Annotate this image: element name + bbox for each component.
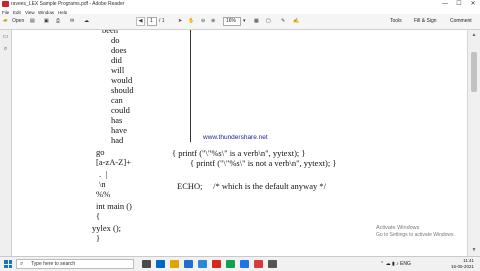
taskbar-search-box[interactable]: ⌕ Type here to search	[16, 259, 134, 269]
fill-sign-button[interactable]: Fill & Sign	[414, 14, 437, 29]
code-line: int main ()	[96, 201, 132, 211]
clock-date: 16-05-2021	[450, 264, 474, 269]
media-icon[interactable]	[254, 260, 263, 268]
activate-subtitle: Go to Settings to activate Windows.	[376, 232, 455, 238]
code-line: }	[96, 233, 101, 243]
email-icon[interactable]: ✉	[70, 14, 74, 29]
code-line: [a-zA-Z]+	[96, 157, 131, 167]
code-line: {	[96, 211, 101, 221]
action-echo: ECHO; /* which is the default anyway */	[177, 181, 326, 191]
attachments-icon[interactable]: ⌕	[2, 46, 9, 53]
search-icon: ⌕	[20, 261, 24, 267]
close-button[interactable]: ✕	[466, 0, 480, 9]
comment-button[interactable]: Comment	[450, 14, 472, 29]
code-line: do	[111, 35, 120, 45]
code-line: would	[111, 75, 133, 85]
code-line: . |	[99, 169, 108, 179]
code-line: had	[111, 135, 124, 145]
select-cursor-icon[interactable]: ➤	[178, 14, 182, 29]
scroll-up-icon[interactable]: ▲	[470, 31, 478, 39]
system-tray-icons[interactable]: ⌃ ☁ ▮ ♪ ENG	[380, 259, 411, 269]
zoom-out-icon[interactable]: ⊖	[201, 14, 205, 29]
adobe-reader-icon	[2, 1, 9, 7]
action-not-verb: { printf ("\"%s\" is not a verb\n", yyte…	[190, 158, 337, 168]
watermark: www.thundershare.net	[203, 134, 268, 141]
file-explorer-icon[interactable]	[170, 260, 179, 268]
minimize-button[interactable]: —	[438, 0, 452, 9]
edge-icon[interactable]	[156, 260, 165, 268]
code-line: should	[111, 85, 134, 95]
open-folder-icon[interactable]: ▰	[3, 14, 8, 29]
code-line: will	[111, 65, 125, 75]
maximize-button[interactable]: ☐	[452, 0, 466, 9]
code-line: \n	[99, 179, 106, 189]
code-line: %%	[96, 189, 111, 199]
clock[interactable]: 11:41 16-05-2021	[440, 258, 474, 270]
settings-icon[interactable]	[268, 260, 277, 268]
print-icon[interactable]: ⎙	[56, 14, 60, 29]
previous-page-button[interactable]: ◀	[136, 17, 145, 26]
toolbar: ▰ Open ▤ ▣ ⎙ ✉ ☁ ◀ 1 / 1 ➤ ✋ ⊖ ⊕ 16% ▾ ▦…	[0, 14, 480, 30]
document-page[interactable]: been do does did will would should can c…	[12, 30, 468, 256]
page-thumbnails-icon[interactable]: ▭	[2, 34, 9, 41]
code-line: has	[111, 115, 123, 125]
search-placeholder: Type here to search	[31, 261, 76, 267]
navigation-panel: ▭ ⌕	[0, 30, 12, 256]
scroll-thumb[interactable]	[471, 52, 477, 92]
task-view-icon[interactable]	[142, 260, 151, 268]
adobe-reader-taskbar-icon[interactable]	[212, 260, 221, 268]
code-line: did	[111, 55, 122, 65]
zoom-in-icon[interactable]: ⊕	[211, 14, 215, 29]
code-line: yylex ();	[92, 223, 122, 233]
scroll-down-icon[interactable]: ▼	[470, 246, 478, 254]
taskbar: ⌕ Type here to search ⌃ ☁ ▮ ♪ ENG 11:41 …	[0, 256, 480, 271]
hand-tool-icon[interactable]: ✋	[188, 14, 194, 29]
open-button[interactable]: Open	[12, 14, 24, 29]
code-line: can	[111, 95, 123, 105]
activate-title: Activate Windows	[376, 225, 420, 231]
window-title: ravees_LEX Sample Programs.pdf - Adobe R…	[11, 1, 125, 7]
code-line: go	[96, 147, 105, 157]
word-icon[interactable]	[240, 260, 249, 268]
zoom-level-input[interactable]: 16%	[223, 17, 241, 26]
save-icon[interactable]: ▣	[44, 14, 49, 29]
vertical-scrollbar[interactable]: ▲ ▼	[467, 30, 480, 256]
windows-start-icon[interactable]	[4, 260, 12, 268]
code-line: could	[111, 105, 130, 115]
store-icon[interactable]	[184, 260, 193, 268]
code-line: have	[111, 125, 128, 135]
zoom-dropdown-icon[interactable]: ▾	[243, 14, 246, 29]
mail-icon[interactable]	[198, 260, 207, 268]
action-verb: { printf ("\"%s\" is a verb\n", yytext);…	[172, 148, 306, 158]
cloud-icon[interactable]: ☁	[84, 14, 89, 29]
page-display-icon[interactable]: ▦	[254, 14, 259, 29]
fit-page-icon[interactable]: ▢	[266, 14, 271, 29]
page-total: / 1	[159, 18, 165, 24]
chrome-icon[interactable]	[226, 260, 235, 268]
create-icon[interactable]: ▤	[30, 14, 35, 29]
alternation-bar	[190, 30, 191, 142]
tools-button[interactable]: Tools	[390, 14, 402, 29]
page-number-input[interactable]: 1	[147, 17, 157, 26]
highlight-icon[interactable]: ✍	[293, 14, 299, 29]
activate-windows-notice: Activate Windows Go to Settings to activ…	[376, 225, 455, 239]
code-line: does	[111, 45, 127, 55]
comment-icon[interactable]: ✎	[281, 14, 285, 29]
